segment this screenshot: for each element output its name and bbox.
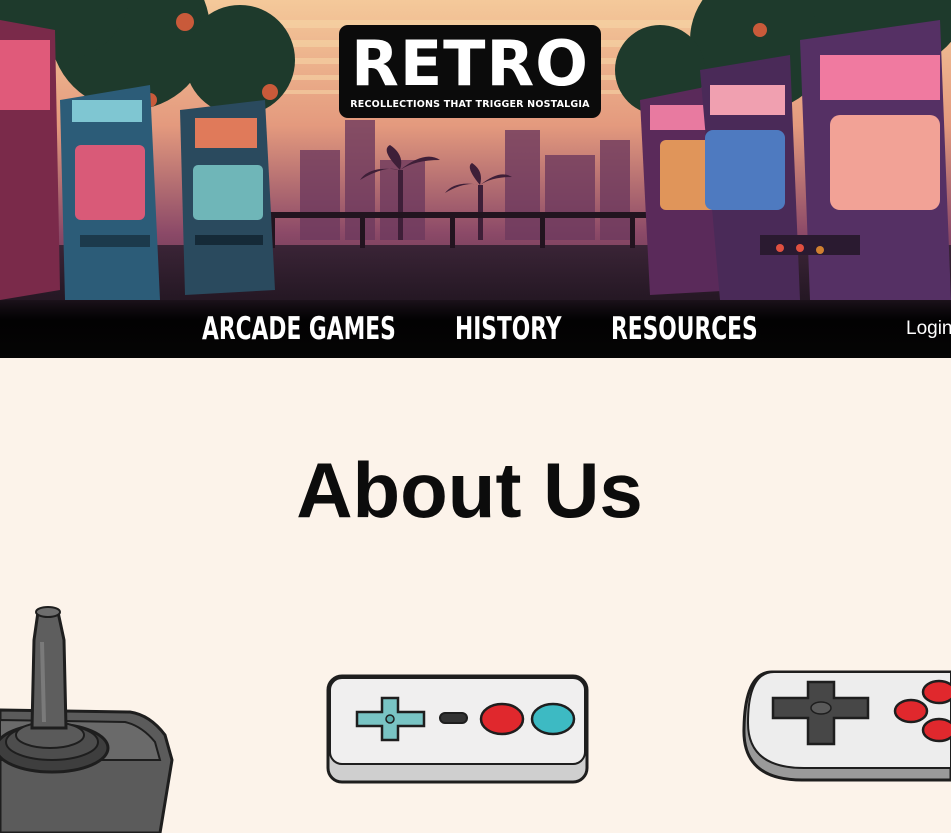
login-link[interactable]: Login — [906, 318, 951, 340]
nav-item-resources[interactable]: RESOURCES — [611, 309, 758, 349]
gamepad-icon — [326, 674, 589, 784]
main-nav: ARCADE GAMES HISTORY RESOURCES — [0, 300, 951, 358]
brand-title: RETRO — [351, 27, 589, 100]
brand-tagline: RECOLLECTIONS THAT TRIGGER NOSTALGIA — [350, 99, 590, 110]
joystick-icon — [0, 606, 174, 833]
nav-item-history[interactable]: HISTORY — [455, 309, 561, 349]
nav-item-arcade-games[interactable]: ARCADE GAMES — [202, 309, 396, 349]
brand-logo[interactable]: RETRO RECOLLECTIONS THAT TRIGGER NOSTALG… — [339, 25, 601, 118]
gamepad-icon — [742, 670, 951, 782]
page-title: About Us — [296, 446, 643, 534]
